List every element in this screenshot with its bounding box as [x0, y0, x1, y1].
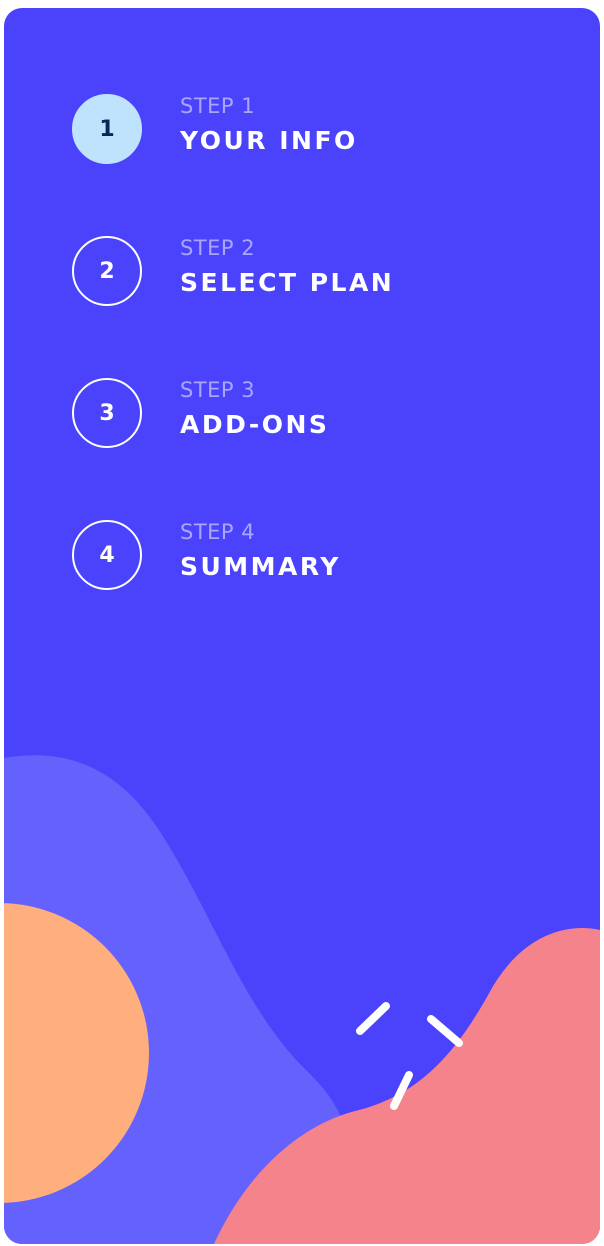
step-number-circle: 4: [72, 520, 142, 590]
step-number-circle: 1: [72, 94, 142, 164]
sparkle-line: [427, 1015, 463, 1047]
step-kicker-label: STEP 3: [180, 378, 256, 402]
step-item-your-info[interactable]: 1 STEP 1 YOUR INFO: [72, 94, 552, 174]
step-sidebar: 1 STEP 1 YOUR INFO 2 STEP 2 SELECT PLAN …: [4, 8, 600, 1244]
step-title-label: ADD-ONS: [180, 410, 330, 439]
sparkle-line: [356, 1002, 390, 1035]
step-item-select-plan[interactable]: 2 STEP 2 SELECT PLAN: [72, 236, 552, 316]
step-number-circle: 3: [72, 378, 142, 448]
step-number-circle: 2: [72, 236, 142, 306]
step-title-label: SELECT PLAN: [180, 268, 395, 297]
step-kicker-label: STEP 2: [180, 236, 256, 260]
step-item-add-ons[interactable]: 3 STEP 3 ADD-ONS: [72, 378, 552, 458]
step-kicker-label: STEP 1: [180, 94, 256, 118]
step-title-label: YOUR INFO: [180, 126, 358, 155]
step-title-label: SUMMARY: [180, 552, 341, 581]
step-kicker-label: STEP 4: [180, 520, 256, 544]
step-list: 1 STEP 1 YOUR INFO 2 STEP 2 SELECT PLAN …: [4, 8, 600, 648]
step-item-summary[interactable]: 4 STEP 4 SUMMARY: [72, 520, 552, 600]
